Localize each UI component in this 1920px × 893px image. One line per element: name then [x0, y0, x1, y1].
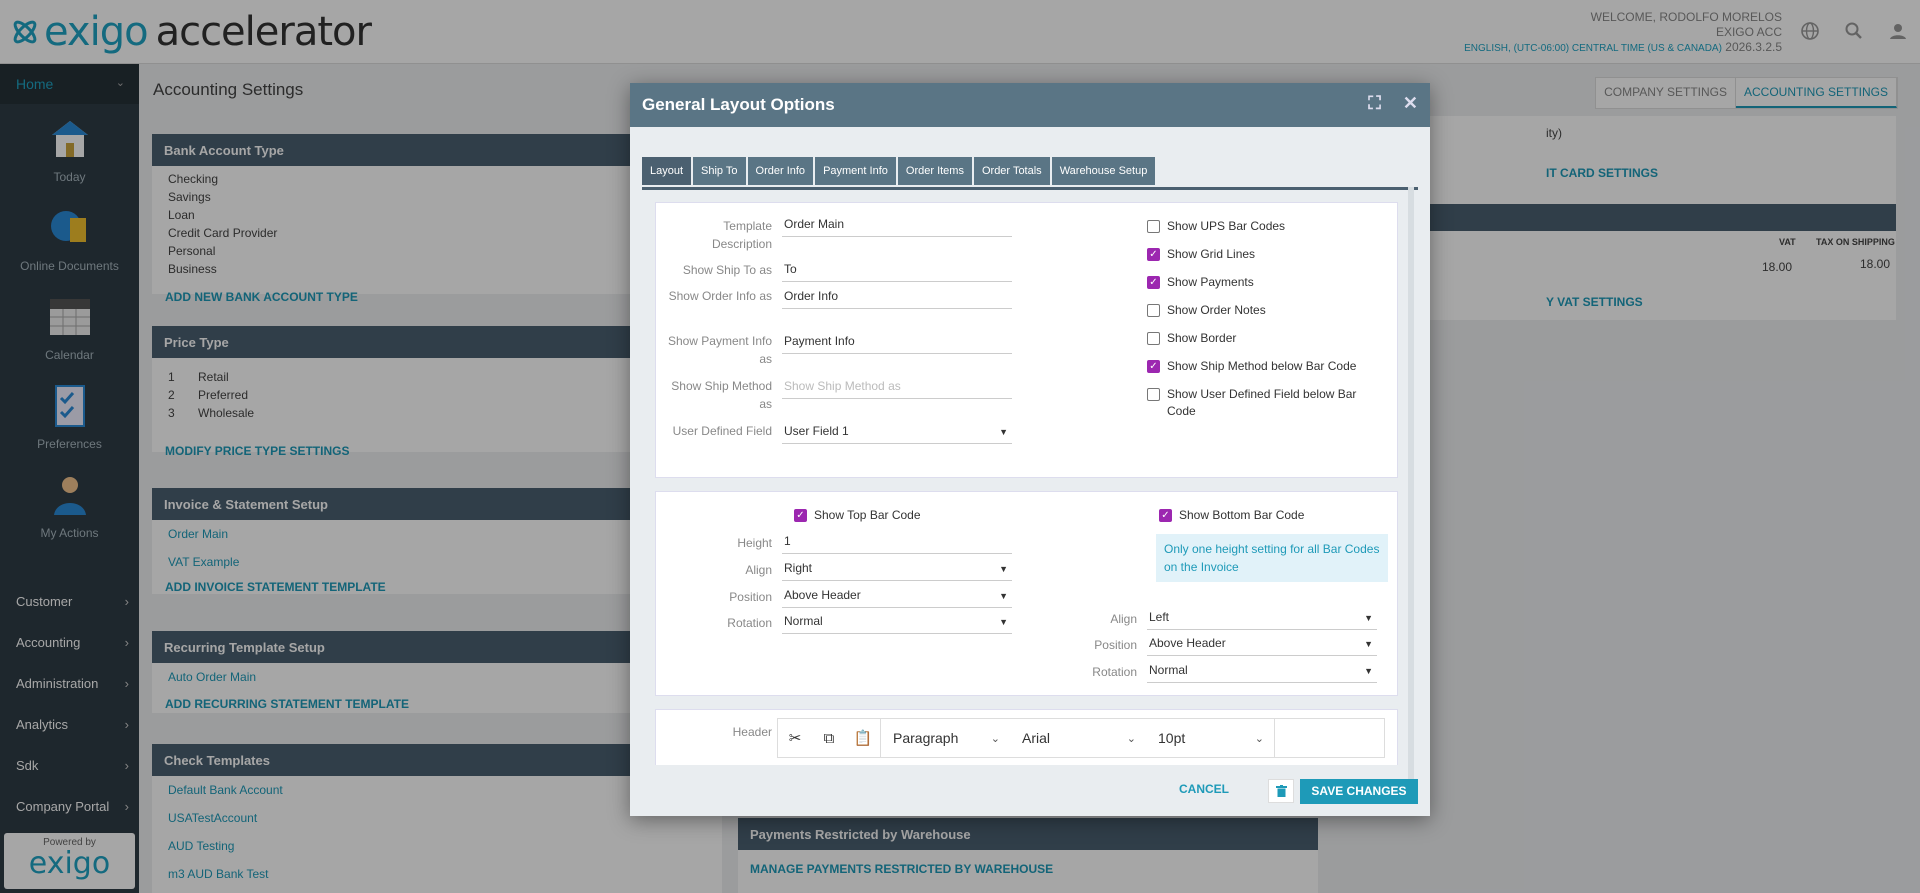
field-label: Show Order Info as	[668, 289, 772, 303]
field-label: Align	[745, 563, 772, 577]
editor-toolbar: ✂ ⧉ 📋 Paragraph ⌄ Arial ⌄ 10pt ⌄	[777, 718, 1385, 758]
checkbox-show-payments[interactable]: ✓ Show Payments	[1147, 274, 1254, 291]
checkbox-label: Show Top Bar Code	[814, 508, 921, 522]
trash-icon	[1275, 785, 1287, 797]
field-label: Align	[1110, 612, 1137, 626]
checkbox-show-grid-lines[interactable]: ✓ Show Grid Lines	[1147, 246, 1255, 263]
checkbox-label: Show Order Notes	[1167, 303, 1266, 317]
checkbox-checked-icon: ✓	[794, 509, 807, 522]
dropdown-arrow-icon: ▼	[999, 564, 1008, 574]
general-layout-options-modal: General Layout Options ⛶ ✕ Layout Ship T…	[630, 83, 1430, 816]
tab-order-totals[interactable]: Order Totals	[973, 157, 1050, 185]
field-label: Show Ship To as	[682, 263, 772, 277]
template-description-input[interactable]: Order Main	[782, 215, 1012, 237]
toolbar-spacer	[1274, 719, 1384, 757]
paragraph-select[interactable]: Paragraph ⌄	[880, 719, 1010, 757]
expand-icon[interactable]: ⛶	[1368, 93, 1381, 114]
bar-code-height-input[interactable]: 1	[782, 532, 1012, 554]
top-rotation-select[interactable]: Normal ▼	[782, 612, 1012, 634]
top-align-select[interactable]: Right ▼	[782, 559, 1012, 581]
copy-icon[interactable]: ⧉	[812, 719, 846, 757]
bar-code-height-note: Only one height setting for all Bar Code…	[1156, 534, 1388, 582]
ship-method-input[interactable]: Show Ship Method as	[782, 377, 1012, 399]
checkbox-show-ship-method-below-bar-code[interactable]: ✓ Show Ship Method below Bar Code	[1147, 358, 1356, 375]
ship-to-input[interactable]: To	[782, 260, 1012, 282]
checkbox-label: Show User Defined Field below Bar Code	[1167, 387, 1357, 418]
tab-payment-info[interactable]: Payment Info	[815, 157, 896, 185]
layout-fields-section: Template Description Order Main Show Shi…	[655, 202, 1398, 478]
field-label: User Defined Field	[672, 424, 772, 438]
tab-ship-to[interactable]: Ship To	[693, 157, 746, 185]
bottom-position-select[interactable]: Above Header ▼	[1147, 634, 1377, 656]
modal-body: Template Description Order Main Show Shi…	[642, 187, 1418, 765]
checkbox-show-top-bar-code[interactable]: ✓ Show Top Bar Code	[794, 507, 921, 524]
checkbox-checked-icon: ✓	[1147, 276, 1160, 289]
checkbox-checked-icon: ✓	[1147, 248, 1160, 261]
checkbox-icon	[1147, 332, 1160, 345]
dropdown-arrow-icon: ▼	[1364, 666, 1373, 676]
font-family-select[interactable]: Arial ⌄	[1010, 719, 1146, 757]
checkbox-icon	[1147, 220, 1160, 233]
field-label: Position	[729, 590, 772, 604]
field-label: Show Payment Info as	[667, 334, 772, 366]
checkbox-show-order-notes[interactable]: Show Order Notes	[1147, 302, 1266, 319]
order-info-input[interactable]: Order Info	[782, 287, 1012, 309]
modal-footer: CANCEL SAVE CHANGES	[630, 766, 1430, 816]
bar-code-section: ✓ Show Top Bar Code ✓ Show Bottom Bar Code…	[655, 491, 1398, 696]
chevron-down-icon: ⌄	[1254, 732, 1264, 745]
field-label: Show Ship Method as	[671, 379, 772, 411]
dropdown-arrow-icon: ▼	[999, 427, 1008, 437]
tab-layout[interactable]: Layout	[642, 157, 692, 185]
field-label: Template Description	[711, 219, 772, 251]
cut-icon[interactable]: ✂	[778, 719, 812, 757]
checkbox-label: Show Ship Method below Bar Code	[1167, 359, 1357, 373]
checkbox-show-user-defined-field-below-bar-code[interactable]: Show User Defined Field below Bar Code	[1147, 386, 1377, 420]
dropdown-arrow-icon: ▼	[999, 617, 1008, 627]
payment-info-input[interactable]: Payment Info	[782, 332, 1012, 354]
modal-scrollbar[interactable]	[1408, 187, 1414, 787]
checkbox-label: Show Grid Lines	[1167, 247, 1256, 261]
field-label: Rotation	[1092, 665, 1137, 679]
header-editor-section: Header ✂ ⧉ 📋 Paragraph ⌄ Arial ⌄ 10pt ⌄	[655, 709, 1398, 765]
user-defined-field-select[interactable]: User Field 1 ▼	[782, 422, 1012, 444]
font-size-select[interactable]: 10pt ⌄	[1146, 719, 1274, 757]
checkbox-show-border[interactable]: Show Border	[1147, 330, 1236, 347]
modal-tabs: Layout Ship To Order Info Payment Info O…	[642, 157, 1156, 185]
bottom-rotation-select[interactable]: Normal ▼	[1147, 661, 1377, 683]
checkbox-checked-icon: ✓	[1147, 360, 1160, 373]
bottom-align-select[interactable]: Left ▼	[1147, 608, 1377, 630]
checkbox-show-bottom-bar-code[interactable]: ✓ Show Bottom Bar Code	[1159, 507, 1304, 524]
checkbox-label: Show UPS Bar Codes	[1167, 219, 1286, 233]
dropdown-arrow-icon: ▼	[1364, 613, 1373, 623]
dropdown-arrow-icon: ▼	[999, 591, 1008, 601]
checkbox-label: Show Payments	[1167, 275, 1254, 289]
dropdown-arrow-icon: ▼	[1364, 639, 1373, 649]
tab-warehouse-setup[interactable]: Warehouse Setup	[1051, 157, 1156, 185]
modal-header: General Layout Options ⛶ ✕	[630, 83, 1430, 127]
cancel-button[interactable]: CANCEL	[1179, 782, 1229, 796]
checkbox-show-ups-bar-codes[interactable]: Show UPS Bar Codes	[1147, 218, 1285, 235]
checkbox-checked-icon: ✓	[1159, 509, 1172, 522]
checkbox-label: Show Bottom Bar Code	[1179, 508, 1305, 522]
tab-order-info[interactable]: Order Info	[747, 157, 814, 185]
paste-icon[interactable]: 📋	[846, 719, 880, 757]
checkbox-icon	[1147, 304, 1160, 317]
field-label: Rotation	[727, 616, 772, 630]
chevron-down-icon: ⌄	[1126, 732, 1136, 745]
top-position-select[interactable]: Above Header ▼	[782, 586, 1012, 608]
chevron-down-icon: ⌄	[990, 732, 1000, 745]
modal-title: General Layout Options	[642, 95, 835, 114]
field-label: Header	[732, 725, 772, 739]
field-label: Position	[1094, 638, 1137, 652]
delete-button[interactable]	[1268, 779, 1294, 803]
tab-order-items[interactable]: Order Items	[897, 157, 972, 185]
checkbox-label: Show Border	[1167, 331, 1237, 345]
close-icon[interactable]: ✕	[1403, 93, 1418, 114]
field-label: Height	[737, 536, 772, 550]
checkbox-icon	[1147, 388, 1160, 401]
save-changes-button[interactable]: SAVE CHANGES	[1300, 779, 1418, 804]
